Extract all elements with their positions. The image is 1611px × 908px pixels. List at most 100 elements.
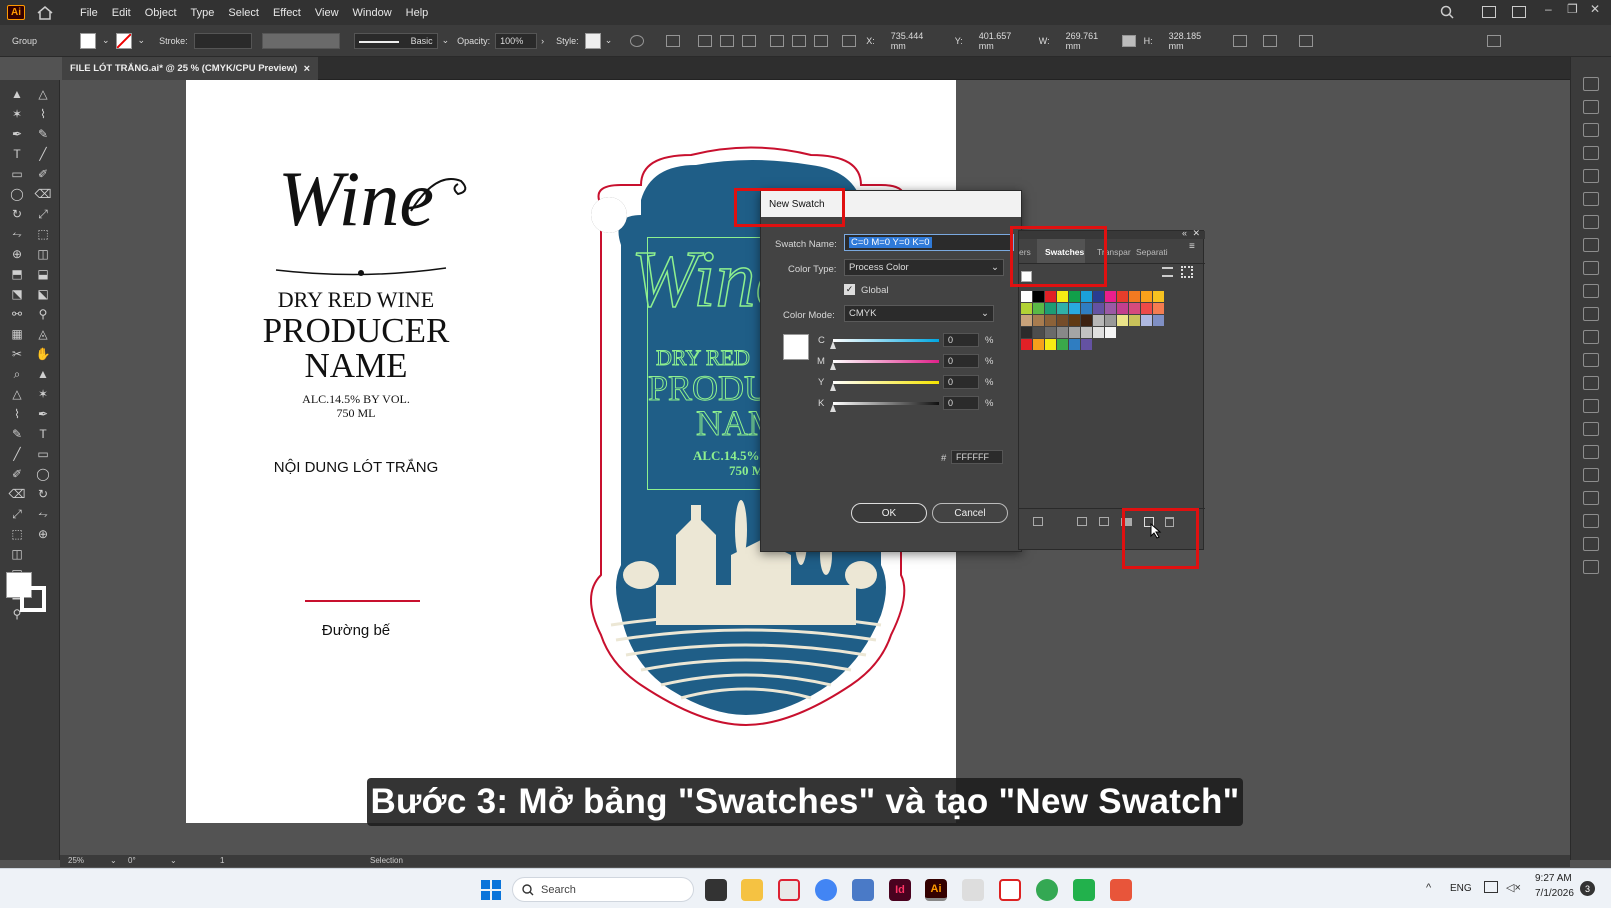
cyan-slider[interactable] bbox=[833, 339, 939, 342]
align-to-icon[interactable] bbox=[666, 34, 681, 47]
task-view-icon[interactable] bbox=[705, 879, 727, 901]
tool-icon[interactable]: ⊕ bbox=[8, 246, 26, 262]
tool-icon[interactable]: ✐ bbox=[34, 166, 52, 182]
tab-separations[interactable]: Separati bbox=[1136, 247, 1168, 257]
zalo-icon[interactable] bbox=[778, 879, 800, 901]
menu-object[interactable]: Object bbox=[138, 7, 184, 19]
tool-icon[interactable]: T bbox=[34, 426, 52, 442]
photoshop-helper-icon[interactable] bbox=[962, 879, 984, 901]
cancel-button[interactable]: Cancel bbox=[932, 503, 1008, 523]
file-explorer-icon[interactable] bbox=[741, 879, 763, 901]
tool-icon[interactable]: T bbox=[8, 146, 26, 162]
tool-icon[interactable]: ✒ bbox=[8, 126, 26, 142]
menu-edit[interactable]: Edit bbox=[105, 7, 138, 19]
swatch[interactable] bbox=[1081, 315, 1092, 326]
swatch[interactable] bbox=[1045, 315, 1056, 326]
tool-icon[interactable]: ⌇ bbox=[8, 406, 26, 422]
close-tab-icon[interactable]: × bbox=[304, 63, 310, 75]
panel-dock-icon[interactable] bbox=[1583, 169, 1599, 183]
swatch[interactable] bbox=[1105, 315, 1116, 326]
swatch[interactable] bbox=[1129, 291, 1140, 302]
ok-button[interactable]: OK bbox=[851, 503, 927, 523]
magenta-slider[interactable] bbox=[833, 360, 939, 363]
swatch[interactable] bbox=[1093, 291, 1104, 302]
swatch[interactable] bbox=[1057, 327, 1068, 338]
windows-start-icon[interactable] bbox=[481, 880, 501, 900]
rotation-value[interactable]: 0° bbox=[128, 856, 136, 865]
show-swatch-kinds-icon[interactable] bbox=[1077, 517, 1087, 526]
tool-icon[interactable]: ◯ bbox=[8, 186, 26, 202]
panel-menu-icon[interactable] bbox=[1486, 34, 1501, 47]
search-icon[interactable] bbox=[1440, 5, 1454, 22]
swatch[interactable] bbox=[1045, 303, 1056, 314]
list-view-icon[interactable] bbox=[1162, 267, 1173, 277]
swatch[interactable] bbox=[1069, 315, 1080, 326]
panel-dock-icon[interactable] bbox=[1583, 146, 1599, 160]
tool-icon[interactable]: ⌫ bbox=[34, 186, 52, 202]
tool-icon[interactable]: ◫ bbox=[8, 546, 26, 562]
stroke-color-box[interactable] bbox=[20, 586, 46, 612]
clock-time[interactable]: 9:27 AM bbox=[1535, 873, 1572, 884]
document-tab[interactable]: FILE LÓT TRẮNG.ai* @ 25 % (CMYK/CPU Prev… bbox=[62, 57, 318, 80]
panel-dock-icon[interactable] bbox=[1583, 77, 1599, 91]
align-bottom-icon[interactable] bbox=[814, 34, 829, 47]
artboard-number[interactable]: 1 bbox=[220, 856, 224, 865]
panel-dock-icon[interactable] bbox=[1583, 215, 1599, 229]
chevron-down-icon[interactable]: ⌄ bbox=[605, 35, 613, 46]
swatch[interactable] bbox=[1153, 291, 1164, 302]
swatch[interactable] bbox=[1117, 315, 1128, 326]
swatch[interactable] bbox=[1033, 339, 1044, 350]
swatch[interactable] bbox=[1129, 303, 1140, 314]
tool-icon[interactable]: ✶ bbox=[34, 386, 52, 402]
network-icon[interactable] bbox=[1484, 881, 1498, 893]
tool-icon[interactable]: ╱ bbox=[34, 146, 52, 162]
tool-icon[interactable]: ⬚ bbox=[8, 526, 26, 542]
tool-icon[interactable]: ⤢ bbox=[34, 206, 52, 222]
swatch[interactable] bbox=[1069, 303, 1080, 314]
volume-muted-icon[interactable]: ◁× bbox=[1506, 881, 1521, 894]
constrain-proportions-icon[interactable] bbox=[1121, 34, 1136, 47]
swatch[interactable] bbox=[1057, 339, 1068, 350]
chevron-right-icon[interactable]: › bbox=[541, 36, 544, 46]
tool-icon[interactable]: ✎ bbox=[8, 426, 26, 442]
swatch[interactable] bbox=[1057, 315, 1068, 326]
chevron-down-icon[interactable]: ⌄ bbox=[102, 35, 110, 46]
tool-icon[interactable]: ⤢ bbox=[8, 506, 26, 522]
tool-icon[interactable]: ◬ bbox=[34, 326, 52, 342]
transform-icon[interactable] bbox=[1232, 34, 1247, 47]
tool-icon[interactable]: ▲ bbox=[34, 366, 52, 382]
w-field[interactable]: 269.761 mm bbox=[1066, 31, 1116, 51]
swatch[interactable] bbox=[1057, 303, 1068, 314]
swatch[interactable] bbox=[1069, 291, 1080, 302]
black-slider-thumb[interactable] bbox=[830, 404, 836, 412]
tool-icon[interactable]: ✎ bbox=[34, 126, 52, 142]
tool-icon[interactable]: ▭ bbox=[8, 166, 26, 182]
swatch[interactable] bbox=[1093, 327, 1104, 338]
chrome-profile-icon[interactable] bbox=[815, 879, 837, 901]
hex-value-field[interactable]: FFFFFF bbox=[951, 450, 1003, 464]
menu-view[interactable]: View bbox=[308, 7, 346, 19]
collapse-panel-icon[interactable]: « bbox=[1182, 228, 1187, 238]
recolor-artwork-icon[interactable] bbox=[630, 34, 645, 47]
y-field[interactable]: 401.657 mm bbox=[979, 31, 1029, 51]
panel-menu-icon[interactable]: ≡ bbox=[1189, 241, 1195, 252]
swatch[interactable] bbox=[1033, 291, 1044, 302]
restore-icon[interactable]: ❐ bbox=[1567, 2, 1578, 16]
swatch[interactable] bbox=[1081, 291, 1092, 302]
clock-date[interactable]: 7/1/2026 bbox=[1535, 888, 1574, 899]
minimize-icon[interactable]: – bbox=[1545, 2, 1552, 16]
zoom-level[interactable]: 25% bbox=[68, 856, 84, 865]
workspace-icon[interactable] bbox=[1512, 6, 1526, 18]
tool-icon[interactable]: ✂ bbox=[8, 346, 26, 362]
align-center-icon[interactable] bbox=[720, 34, 735, 47]
cyan-value-field[interactable]: 0 bbox=[943, 333, 979, 347]
menu-type[interactable]: Type bbox=[184, 7, 222, 19]
panel-dock-icon[interactable] bbox=[1583, 399, 1599, 413]
swatch[interactable] bbox=[1033, 303, 1044, 314]
panel-dock-icon[interactable] bbox=[1583, 123, 1599, 137]
swatch[interactable] bbox=[1153, 303, 1164, 314]
color-type-select[interactable]: Process Color ⌄ bbox=[844, 259, 1004, 276]
tool-icon[interactable]: ⬕ bbox=[34, 286, 52, 302]
fill-swatch[interactable] bbox=[80, 32, 96, 49]
tool-icon[interactable]: ⌫ bbox=[8, 486, 26, 502]
